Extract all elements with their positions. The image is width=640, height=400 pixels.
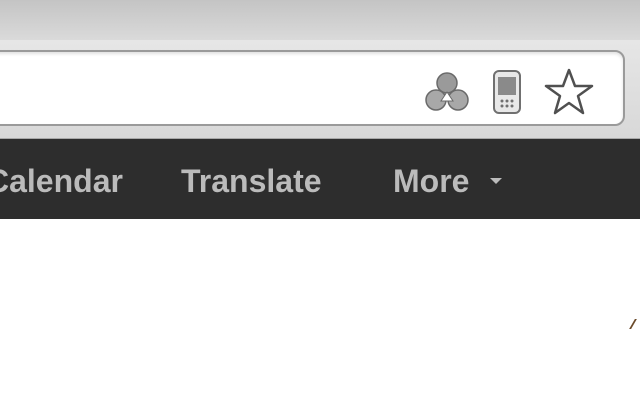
chevron-down-icon[interactable] [490,178,502,184]
browser-window: Calendar Translate More [0,0,640,400]
nav-item-translate[interactable]: Translate [181,161,322,201]
nav-item-calendar[interactable]: Calendar [0,161,123,201]
extension-icon[interactable] [422,68,472,116]
browser-toolbar [0,40,640,139]
mobile-icon[interactable] [482,68,532,116]
bookmark-star-icon[interactable] [540,68,598,116]
tab-strip [0,0,640,40]
partial-content-mark [629,319,640,329]
google-nav-bar: Calendar Translate More [0,139,640,219]
page-content [0,219,640,400]
address-bar[interactable] [0,50,625,126]
nav-item-more[interactable]: More [393,161,469,201]
